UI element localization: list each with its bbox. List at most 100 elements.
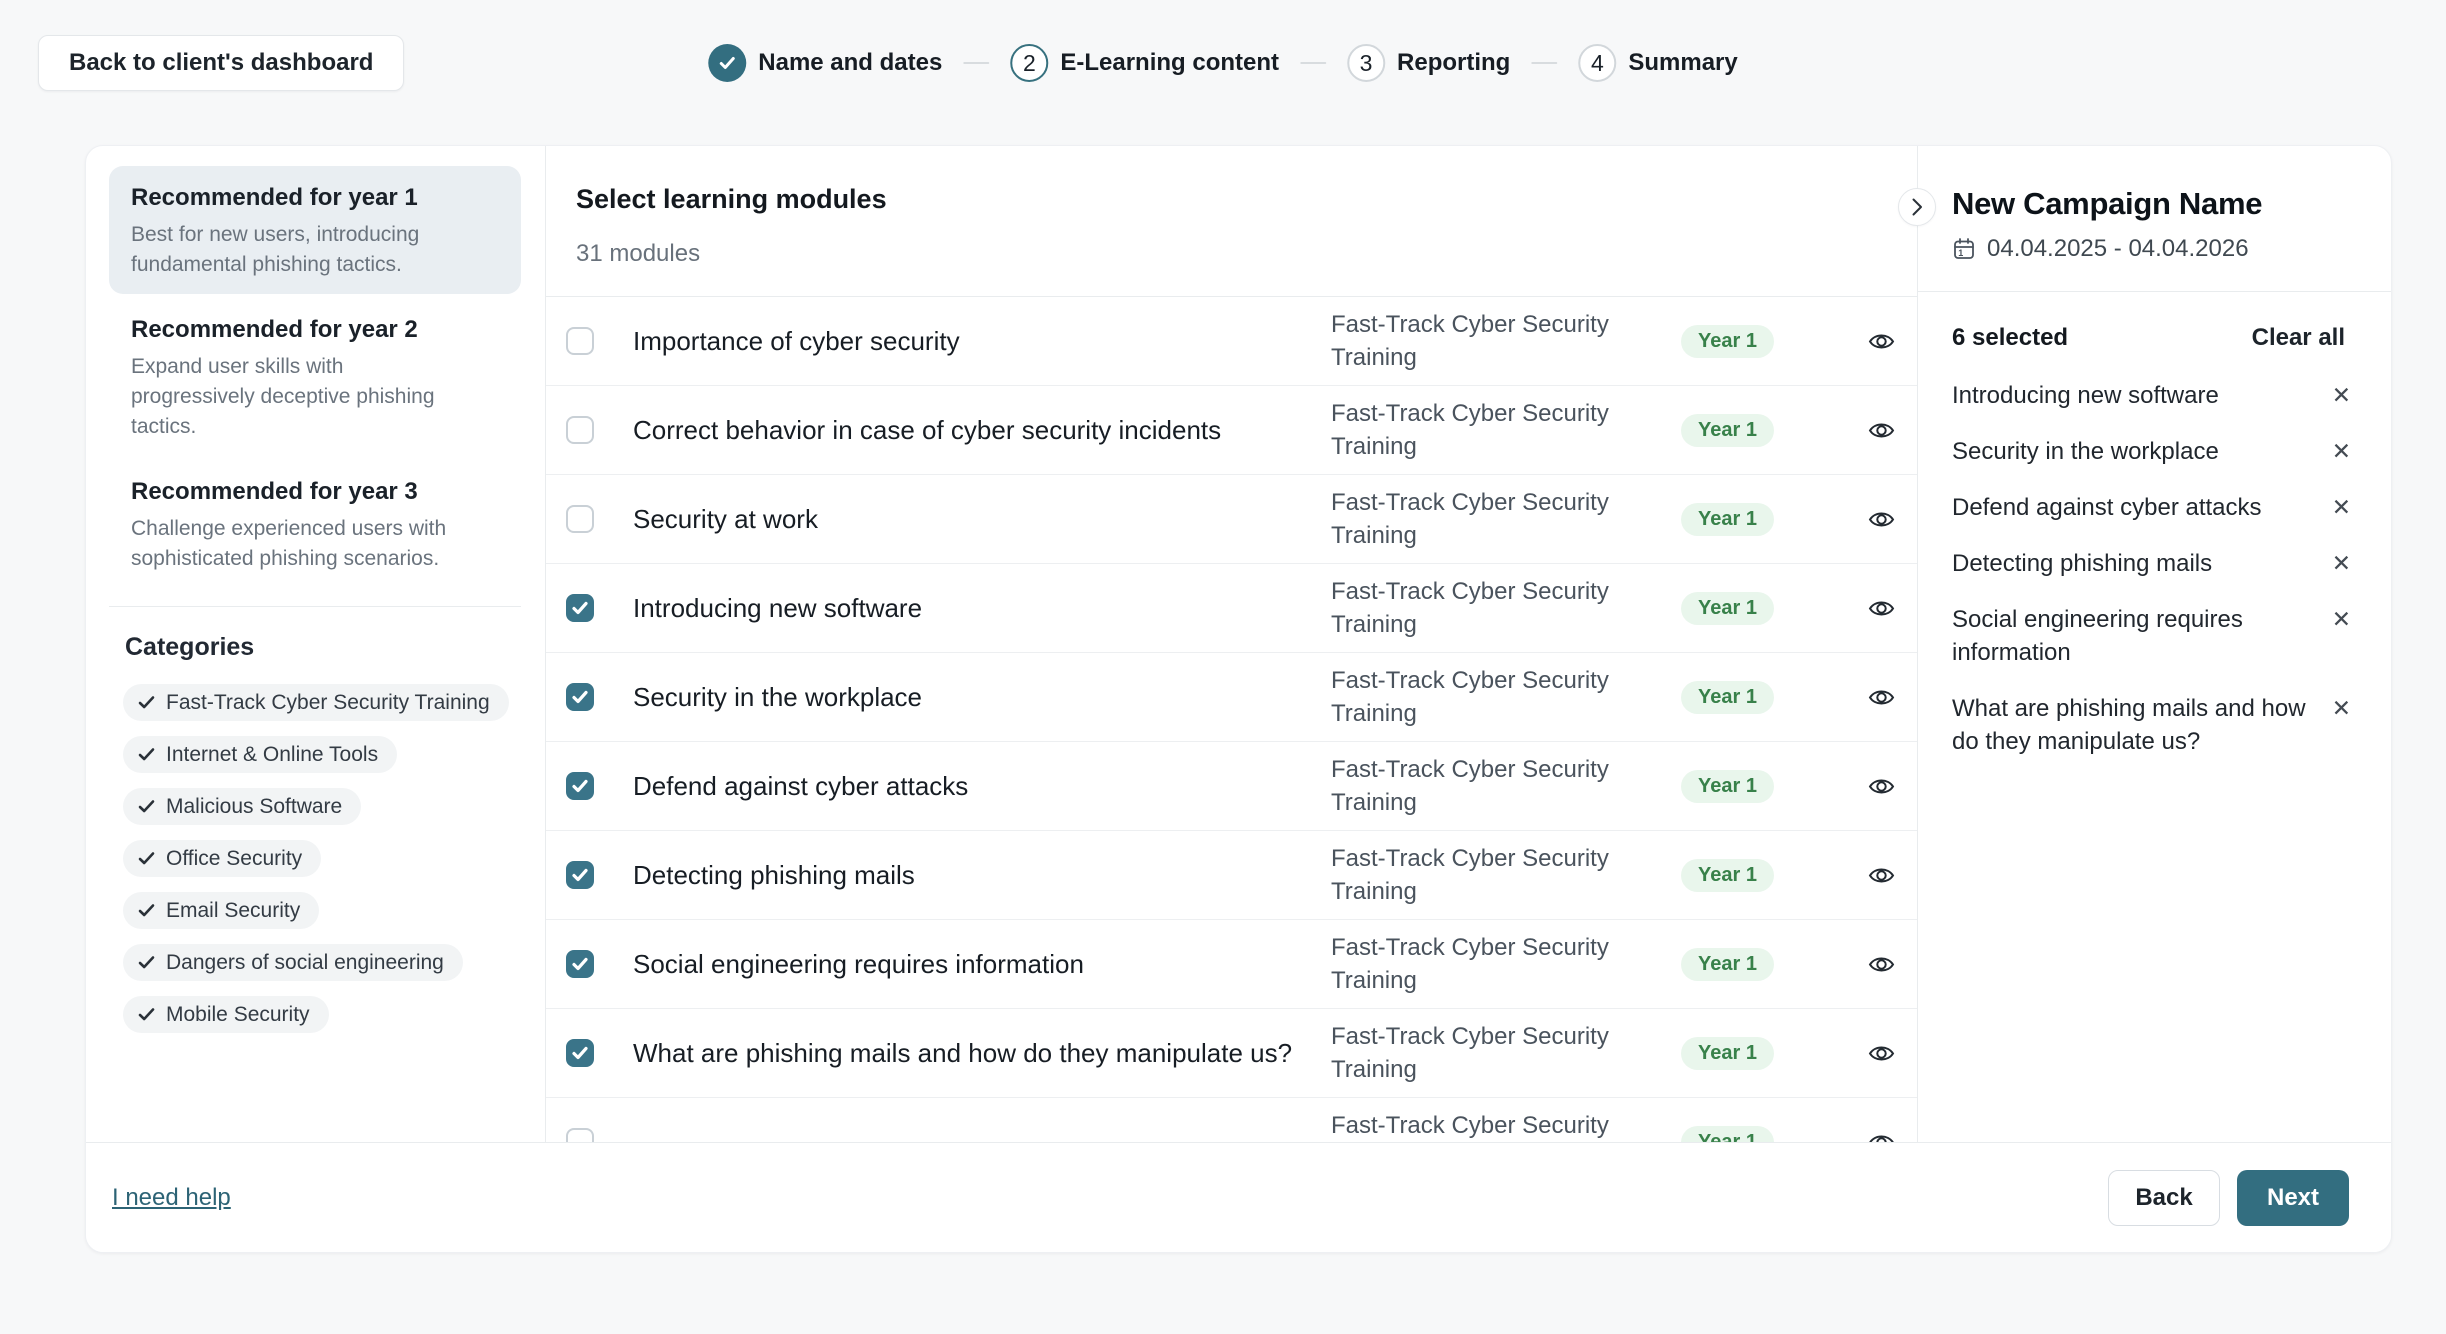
module-checkbox[interactable] [566, 327, 594, 355]
preview-eye-icon[interactable] [1859, 408, 1903, 452]
module-row[interactable]: What are phishing mails and how do they … [546, 1009, 1917, 1098]
remove-selected-icon[interactable]: ✕ [2332, 379, 2351, 412]
campaign-wizard-page: { "colors": { "accent": "#336e80", "badg… [0, 0, 2446, 1334]
categories-heading: Categories [125, 633, 521, 662]
wizard-stepper: Name and dates 2 E-Learning content 3 Re… [708, 35, 1737, 91]
module-checkbox[interactable] [566, 950, 594, 978]
year-badge-cell: Year 1 [1681, 325, 1859, 358]
year-badge-cell: Year 1 [1681, 1126, 1859, 1143]
module-category: Fast-Track Cyber Security Training [1331, 486, 1681, 552]
step-state-circle: 2 [1010, 44, 1048, 82]
module-row[interactable]: Correct behavior in case of cyber securi… [546, 386, 1917, 475]
category-chip-row: Mobile Security [123, 996, 521, 1033]
module-row[interactable]: Security in the workplace Fast-Track Cyb… [546, 653, 1917, 742]
preview-eye-icon[interactable] [1859, 764, 1903, 808]
module-row[interactable]: Security at work Fast-Track Cyber Securi… [546, 475, 1917, 564]
check-icon [138, 955, 155, 970]
category-chip[interactable]: Fast-Track Cyber Security Training [123, 684, 509, 721]
step-label: Summary [1628, 49, 1737, 77]
module-category: Fast-Track Cyber Security Training [1331, 1109, 1681, 1142]
preview-eye-icon[interactable] [1859, 497, 1903, 541]
sidebar-divider [109, 606, 521, 607]
check-icon [138, 903, 155, 918]
module-title: Defend against cyber attacks [633, 771, 1331, 802]
module-checkbox[interactable] [566, 505, 594, 533]
preview-eye-icon[interactable] [1859, 853, 1903, 897]
selection-summary-header: 6 selected Clear all [1952, 324, 2345, 352]
remove-selected-icon[interactable]: ✕ [2332, 603, 2351, 636]
category-chip[interactable]: Office Security [123, 840, 321, 877]
category-chip[interactable]: Malicious Software [123, 788, 361, 825]
selected-module-label: Social engineering requires information [1952, 603, 2332, 669]
preview-eye-icon[interactable] [1859, 942, 1903, 986]
clear-all-button[interactable]: Clear all [2252, 324, 2345, 352]
remove-selected-icon[interactable]: ✕ [2332, 435, 2351, 468]
check-icon [571, 599, 589, 617]
recommendation-title: Recommended for year 1 [131, 184, 499, 212]
preview-eye-icon[interactable] [1859, 586, 1903, 630]
recommendation-item[interactable]: Recommended for year 1 Best for new user… [109, 166, 521, 294]
back-button[interactable]: Back [2108, 1170, 2220, 1226]
year-badge: Year 1 [1681, 325, 1774, 358]
stepper-step[interactable]: Name and dates [708, 44, 942, 82]
module-row[interactable]: Introducing new software Fast-Track Cybe… [546, 564, 1917, 653]
module-title: Importance of cyber security [633, 326, 1331, 357]
module-row[interactable]: Defend against cyber attacks Fast-Track … [546, 742, 1917, 831]
module-checkbox[interactable] [566, 1039, 594, 1067]
selected-module-row: What are phishing mails and how do they … [1952, 692, 2351, 758]
back-to-dashboard-button[interactable]: Back to client's dashboard [38, 35, 404, 91]
remove-selected-icon[interactable]: ✕ [2332, 547, 2351, 580]
module-row[interactable]: Fast-Track Cyber Security Training Year … [546, 1098, 1917, 1142]
check-icon [138, 747, 155, 762]
module-row[interactable]: Detecting phishing mails Fast-Track Cybe… [546, 831, 1917, 920]
recommendation-item[interactable]: Recommended for year 3 Challenge experie… [109, 460, 521, 588]
collapse-panel-button[interactable] [1898, 188, 1936, 226]
selected-module-label: Defend against cyber attacks [1952, 491, 2332, 524]
preview-eye-icon[interactable] [1859, 675, 1903, 719]
chevron-right-icon [1912, 198, 1923, 216]
recommendation-description: Expand user skills with progressively de… [131, 352, 466, 442]
module-checkbox[interactable] [566, 861, 594, 889]
module-list-header: Select learning modules 31 modules [546, 146, 1917, 297]
category-chip[interactable]: Internet & Online Tools [123, 736, 397, 773]
year-badge: Year 1 [1681, 592, 1774, 625]
preview-eye-icon[interactable] [1859, 319, 1903, 363]
step-state-circle: 4 [1578, 44, 1616, 82]
check-icon [138, 851, 155, 866]
preview-eye-icon[interactable] [1859, 1031, 1903, 1075]
remove-selected-icon[interactable]: ✕ [2332, 491, 2351, 524]
remove-selected-icon[interactable]: ✕ [2332, 692, 2351, 725]
step-label: E-Learning content [1060, 49, 1279, 77]
module-checkbox[interactable] [566, 416, 594, 444]
stepper-step[interactable]: 2 E-Learning content [942, 44, 1279, 82]
stepper-step[interactable]: 3 Reporting [1279, 44, 1510, 82]
check-icon [138, 1007, 155, 1022]
category-chip[interactable]: Mobile Security [123, 996, 329, 1033]
module-title: Introducing new software [633, 593, 1331, 624]
module-category: Fast-Track Cyber Security Training [1331, 1020, 1681, 1086]
category-chip[interactable]: Dangers of social engineering [123, 944, 463, 981]
module-count: 31 modules [576, 240, 1917, 268]
category-chip-label: Mobile Security [166, 1003, 310, 1027]
recommendation-item[interactable]: Recommended for year 2 Expand user skill… [109, 298, 521, 456]
campaign-date-range-row: 1 04.04.2025 - 04.04.2026 [1952, 235, 2345, 263]
category-chip[interactable]: Email Security [123, 892, 319, 929]
year-badge-cell: Year 1 [1681, 948, 1859, 981]
preview-eye-icon[interactable] [1859, 1120, 1903, 1142]
year-badge-cell: Year 1 [1681, 770, 1859, 803]
module-checkbox[interactable] [566, 594, 594, 622]
module-checkbox[interactable] [566, 772, 594, 800]
module-checkbox[interactable] [566, 1128, 594, 1142]
help-link[interactable]: I need help [112, 1184, 231, 1212]
stepper-step[interactable]: 4 Summary [1510, 44, 1737, 82]
module-title: What are phishing mails and how do they … [633, 1038, 1331, 1069]
category-chip-row: Malicious Software [123, 788, 521, 825]
module-category: Fast-Track Cyber Security Training [1331, 664, 1681, 730]
next-button[interactable]: Next [2237, 1170, 2349, 1226]
module-row[interactable]: Importance of cyber security Fast-Track … [546, 297, 1917, 386]
module-row[interactable]: Social engineering requires information … [546, 920, 1917, 1009]
year-badge-cell: Year 1 [1681, 414, 1859, 447]
selected-module-label: What are phishing mails and how do they … [1952, 692, 2332, 758]
module-category: Fast-Track Cyber Security Training [1331, 397, 1681, 463]
module-checkbox[interactable] [566, 683, 594, 711]
